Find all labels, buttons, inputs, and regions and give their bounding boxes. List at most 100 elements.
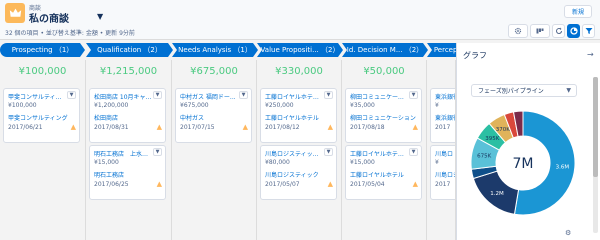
collapse-arrow-icon[interactable]: →: [587, 50, 594, 59]
account-name-link[interactable]: 甲斐コンサルティング: [8, 113, 78, 122]
stage-perception-analysis[interactable]: Percept: [427, 43, 456, 57]
opportunity-name-link[interactable]: 川島ロジスティック...: [265, 149, 323, 158]
refresh-button[interactable]: [552, 24, 565, 38]
opportunity-card[interactable]: 川島ロ ¥ 川島ロジ 2017: [430, 145, 455, 200]
donut-slice-label: 1.2M: [490, 191, 504, 197]
card-amount: ¥80,000: [265, 159, 290, 166]
column-total: ¥330,000: [275, 66, 323, 77]
opportunity-card[interactable]: 工藤ロイヤルホテル... ▼ ¥250,000 工藤ロイヤルホテル 2017/0…: [260, 88, 337, 143]
stage-qualification[interactable]: Qualification （2）: [86, 43, 173, 57]
opportunity-card[interactable]: 工藤ロイヤルホテル... ▼ ¥15,000 工藤ロイヤルホテル 2017/05…: [345, 145, 422, 200]
card-amount: ¥15,000: [94, 159, 119, 166]
card-menu-chevron-icon[interactable]: ▼: [67, 91, 76, 99]
card-amount: ¥15,000: [350, 159, 375, 166]
card-menu-chevron-icon[interactable]: ▼: [153, 148, 162, 156]
card-menu-chevron-icon[interactable]: ▼: [324, 148, 333, 156]
card-amount: ¥250,000: [265, 102, 294, 109]
account-name-link[interactable]: 川島ロジ: [435, 170, 455, 179]
donut-slice-label: 370K: [496, 127, 510, 133]
opportunity-name-link[interactable]: 工藤ロイヤルホテル...: [265, 92, 323, 101]
account-name-link[interactable]: 松田商店: [94, 113, 164, 122]
chart-toggle-button[interactable]: [567, 24, 580, 38]
opportunity-name-link[interactable]: 工藤ロイヤルホテル...: [350, 149, 408, 158]
card-amount: ¥1,200,000: [94, 102, 129, 109]
kanban-column-value-proposition: ¥330,000 工藤ロイヤルホテル... ▼ ¥250,000 工藤ロイヤルホ…: [257, 60, 342, 240]
kanban-column-needs-analysis: ¥675,000 中村ガス 福岡ドー... ▼ ¥675,000 中村ガス 20…: [172, 60, 257, 240]
filter-button[interactable]: [582, 24, 595, 38]
display-as-button[interactable]: [530, 24, 550, 38]
warning-icon: ▲: [242, 123, 248, 131]
card-menu-chevron-icon[interactable]: ▼: [409, 91, 418, 99]
warning-icon: ▲: [327, 123, 333, 131]
opportunity-name-link[interactable]: 明石工務店 上水道...: [94, 149, 152, 158]
gear-icon[interactable]: ⚙: [565, 229, 571, 237]
close-date: 2017: [435, 124, 451, 131]
chart-panel: グラフ → フェーズ別パイプライン ▼ 3.6M 1.2M 675K 395K 370K…: [456, 43, 600, 240]
kanban-column-perception-analysis: 東浜銀行 ¥ 東浜銀行 2017 川島ロ ¥ 川島ロジ 2017: [427, 60, 456, 240]
donut-slice-label: 3.6M: [556, 164, 570, 170]
opportunity-card[interactable]: 甲斐コンサルティング... ▼ ¥100,000 甲斐コンサルティング 2017…: [3, 88, 80, 143]
opportunity-card[interactable]: 東浜銀行 ¥ 東浜銀行 2017: [430, 88, 455, 143]
list-settings-button[interactable]: [508, 24, 528, 38]
crown-icon: [5, 3, 25, 23]
gear-icon: [514, 27, 522, 35]
column-total: ¥100,000: [18, 66, 67, 77]
list-view-header: 商談 私の商談 ▼ 32 個の項目 • 並び替え基準: 金額 • 更新 9分前 …: [0, 0, 600, 40]
account-name-link[interactable]: 工藤ロイヤルホテル: [265, 113, 335, 122]
column-total: ¥675,000: [190, 66, 238, 77]
close-date: 2017/08/18: [350, 124, 385, 131]
card-menu-chevron-icon[interactable]: ▼: [409, 148, 418, 156]
stage-id-decision-makers[interactable]: Id. Decision M... （2）: [342, 43, 428, 57]
card-amount: ¥100,000: [8, 102, 37, 109]
new-button[interactable]: 新規: [564, 5, 592, 18]
stage-needs-analysis[interactable]: Needs Analysis （1）: [172, 43, 258, 57]
card-amount: ¥675,000: [180, 102, 209, 109]
opportunity-card[interactable]: 松田商店 10月キャ... ▼ ¥1,200,000 松田商店 2017/08/…: [89, 88, 166, 143]
stage-prospecting[interactable]: Prospecting （1）: [0, 43, 85, 57]
scrollbar-thumb[interactable]: [593, 77, 598, 177]
opportunity-name-link[interactable]: 中村ガス 福岡ドー...: [180, 92, 238, 101]
account-name-link[interactable]: 東浜銀行: [435, 113, 455, 122]
chart-type-select[interactable]: フェーズ別パイプライン ▼: [471, 84, 577, 97]
list-view-meta: 32 個の項目 • 並び替え基準: 金額 • 更新 9分前: [5, 30, 135, 37]
account-name-link[interactable]: 川島ロジスティック: [265, 170, 335, 179]
chart-type-select-value: フェーズ別パイプライン: [478, 88, 544, 95]
opportunity-name-link[interactable]: 甲斐コンサルティング...: [8, 92, 66, 101]
account-name-link[interactable]: 中村ガス: [180, 113, 250, 122]
opportunity-name-link[interactable]: 柳田コミュニケーシ...: [350, 92, 408, 101]
account-name-link[interactable]: 工藤ロイヤルホテル: [350, 170, 420, 179]
card-menu-chevron-icon[interactable]: ▼: [239, 91, 248, 99]
account-name-link[interactable]: 明石工務店: [94, 170, 164, 179]
donut-slice-label: 675K: [477, 154, 491, 160]
warning-icon: ▲: [412, 180, 418, 188]
kanban-column-id-decision-makers: ¥50,000 柳田コミュニケーシ... ▼ ¥35,000 柳田コミュニケーシ…: [342, 60, 427, 240]
close-date: 2017/05/04: [350, 181, 385, 188]
warning-icon: ▲: [412, 123, 418, 131]
opportunity-name-link[interactable]: 東浜銀行: [435, 92, 455, 101]
card-menu-chevron-icon[interactable]: ▼: [153, 91, 162, 99]
opportunity-name-link[interactable]: 松田商店 10月キャ...: [94, 92, 152, 101]
close-date: 2017/08/12: [265, 124, 300, 131]
refresh-icon: [555, 27, 562, 34]
opportunity-card[interactable]: 柳田コミュニケーシ... ▼ ¥35,000 柳田コミュニケーション 2017/…: [345, 88, 422, 143]
panel-scrollbar[interactable]: [593, 77, 598, 233]
opportunity-name-link[interactable]: 川島ロ: [435, 149, 455, 158]
pipeline-donut-chart: 3.6M 1.2M 675K 395K 370K 7M: [470, 110, 576, 216]
stage-value-proposition[interactable]: Value Propositi... （2）: [257, 43, 343, 57]
column-total: ¥1,215,000: [99, 66, 158, 77]
chart-panel-title: グラフ: [463, 51, 487, 60]
close-date: 2017/05/07: [265, 181, 300, 188]
warning-icon: ▲: [70, 123, 76, 131]
close-date: 2017/06/21: [8, 124, 43, 131]
opportunity-card[interactable]: 中村ガス 福岡ドー... ▼ ¥675,000 中村ガス 2017/07/15 …: [175, 88, 252, 143]
donut-slice-label: 395K: [485, 136, 499, 142]
opportunity-card[interactable]: 明石工務店 上水道... ▼ ¥15,000 明石工務店 2017/06/25 …: [89, 145, 166, 200]
account-name-link[interactable]: 柳田コミュニケーション: [350, 113, 420, 122]
close-date: 2017/07/15: [180, 124, 215, 131]
close-date: 2017/08/31: [94, 124, 129, 131]
warning-icon: ▲: [156, 123, 162, 131]
opportunity-card[interactable]: 川島ロジスティック... ▼ ¥80,000 川島ロジスティック 2017/05…: [260, 145, 337, 200]
list-view-picker-chevron-icon[interactable]: ▼: [97, 12, 103, 21]
close-date: 2017: [435, 181, 451, 188]
card-menu-chevron-icon[interactable]: ▼: [324, 91, 333, 99]
